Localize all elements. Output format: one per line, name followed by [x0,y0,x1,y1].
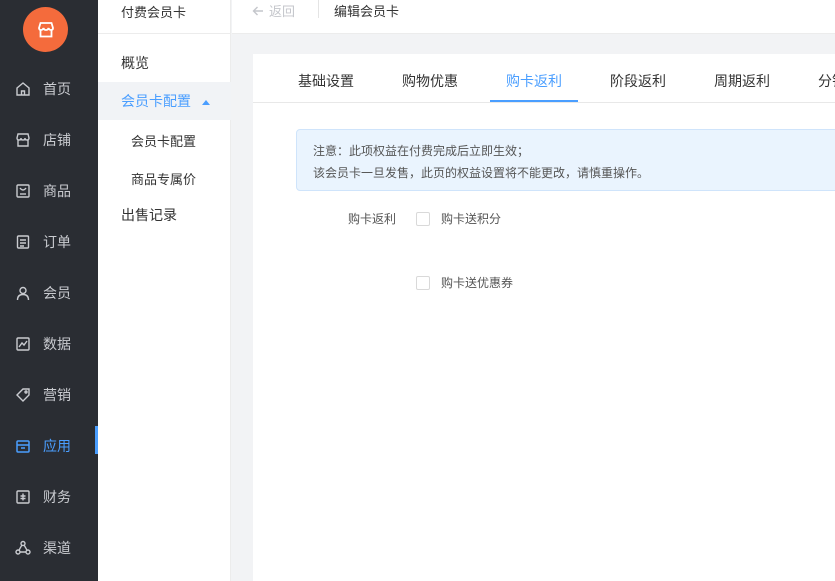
shop-icon [16,133,30,147]
channel-icon [15,540,31,555]
nav-label: 数据 [43,336,71,352]
tab-purchase-rebate[interactable]: 购卡返利 [506,71,562,91]
notice-box: 注意：此项权益在付费完成后立即生效； 该会员卡一旦发售，此页的权益设置将不能更改… [296,129,835,191]
sub-item-label: 概览 [121,55,149,71]
nav-item-data[interactable]: 数据 [0,324,98,364]
finance-icon [16,490,30,504]
sub-item-card-config-group[interactable]: 会员卡配置 [98,82,231,120]
sub-item-sales-record[interactable]: 出售记录 [98,196,231,234]
sub-item-label: 出售记录 [121,207,177,223]
caret-up-icon [202,100,210,105]
back-button[interactable]: 返回 [252,1,295,20]
tab-shopping-discount[interactable]: 购物优惠 [402,71,458,91]
sub-item-overview[interactable]: 概览 [98,44,231,82]
nav-label: 订单 [43,234,71,250]
nav-item-app[interactable]: 应用 [0,426,98,466]
nav-label: 应用 [43,438,71,454]
sub-sidebar: 付费会员卡 概览 会员卡配置 会员卡配置 商品专属价 出售记录 [98,0,231,581]
tab-bar: 基础设置 购物优惠 购卡返利 阶段返利 周期返利 分销 [253,54,835,103]
sub-item-label: 会员卡配置 [131,133,197,149]
checkbox-send-points[interactable]: 购卡送积分 [416,210,501,227]
nav-item-shop[interactable]: 店铺 [0,120,98,160]
tab-cycle-rebate[interactable]: 周期返利 [714,71,770,91]
notice-line-2: 该会员卡一旦发售，此页的权益设置将不能更改，请慎重操作。 [313,166,650,180]
checkbox-label: 购卡送优惠券 [441,276,514,290]
sub-item-card-config[interactable]: 会员卡配置 [98,121,231,159]
nav-item-channel[interactable]: 渠道 [0,528,98,568]
nav-label: 首页 [43,81,71,97]
tag-icon [16,388,30,402]
sub-sidebar-title: 付费会员卡 [121,5,187,20]
nav-item-marketing[interactable]: 营销 [0,375,98,415]
field-label-purchase-rebate: 购卡返利 [348,212,397,226]
nav-item-order[interactable]: 订单 [0,222,98,262]
member-icon [16,286,30,301]
back-label: 返回 [269,4,296,19]
checkbox-send-coupon[interactable]: 购卡送优惠券 [416,274,513,291]
tab-stage-rebate[interactable]: 阶段返利 [610,71,666,91]
tab-basic-settings[interactable]: 基础设置 [298,71,354,91]
nav-label: 渠道 [43,540,71,556]
nav-label: 财务 [43,489,71,505]
nav-label: 商品 [43,183,71,199]
nav-label: 店铺 [43,132,71,148]
breadcrumb: 编辑会员卡 [334,4,400,19]
store-logo-icon[interactable] [23,7,68,52]
nav-item-goods[interactable]: 商品 [0,171,98,211]
chart-icon [16,337,30,351]
app-icon [16,440,30,453]
sub-item-exclusive-price[interactable]: 商品专属价 [98,159,231,197]
nav-item-finance[interactable]: 财务 [0,477,98,517]
nav-item-home[interactable]: 首页 [0,69,98,109]
topbar-divider [318,0,319,18]
arrow-left-icon [252,6,263,15]
checkbox-box[interactable] [416,275,430,290]
home-icon [16,82,30,96]
main-panel: 基础设置 购物优惠 购卡返利 阶段返利 周期返利 分销 注意：此项权益在付费完成… [253,54,835,581]
notice-line-1: 注意：此项权益在付费完成后立即生效； [313,144,530,158]
sub-item-label: 会员卡配置 [121,93,191,109]
sub-sidebar-header: 付费会员卡 [98,0,231,34]
checkbox-label: 购卡送积分 [441,212,502,226]
order-icon [16,235,30,249]
main-nav: 首页 店铺 商品 订单 会员 数据 营销 应用 财务 渠道 [0,0,98,581]
sub-item-label: 商品专属价 [131,171,197,187]
nav-label: 营销 [43,387,71,403]
nav-label: 会员 [43,285,71,301]
checkbox-box[interactable] [416,211,430,226]
top-bar: 返回 编辑会员卡 [232,0,835,34]
tab-distribution[interactable]: 分销 [818,71,835,91]
nav-item-member[interactable]: 会员 [0,273,98,313]
active-tab-indicator [490,100,578,102]
goods-icon [16,184,30,198]
